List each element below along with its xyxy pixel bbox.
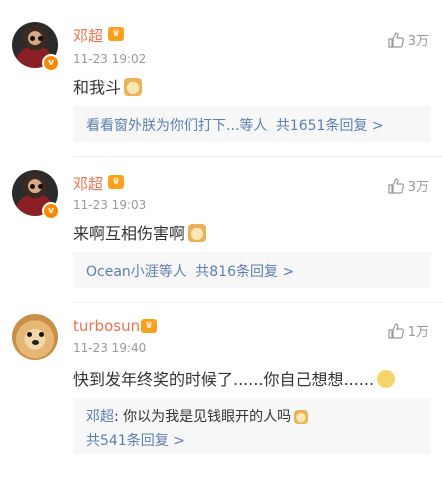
reply-users-link[interactable]: Ocean小涯等人	[86, 264, 187, 280]
thumbs-up-icon	[388, 177, 404, 194]
commenter-name[interactable]: 邓超	[73, 173, 103, 194]
vip-crown-icon: ♛	[141, 319, 157, 333]
reply-summary-box[interactable]: Ocean小涯等人 共816条回复 >	[73, 252, 431, 288]
like-button[interactable]: 3万	[388, 30, 429, 49]
reply-text: : 你以为我是见钱眼开的人吗	[114, 409, 292, 425]
comment-time: 11-23 19:03	[73, 198, 147, 212]
reply-count-link[interactable]: 共1651条回复 >	[276, 118, 384, 134]
comment-item: v 邓超 ♛ 11-23 19:02 3万 和我斗 看看窗外朕为你们打下...等…	[0, 0, 443, 160]
reply-summary-box[interactable]: 邓超: 你以为我是见钱眼开的人吗 共541条回复 >	[73, 398, 431, 454]
reply-count-link[interactable]: 共541条回复 >	[86, 433, 185, 449]
comment-text: 和我斗	[73, 74, 143, 98]
verified-badge-icon: v	[42, 202, 60, 220]
reply-author-link[interactable]: 邓超	[86, 409, 114, 425]
thumbs-up-icon	[388, 31, 404, 48]
thumbs-up-icon	[388, 322, 404, 339]
comment-text: 快到发年终奖的时候了......你自己想想......	[73, 366, 396, 390]
like-count: 3万	[407, 180, 429, 195]
comment-time: 11-23 19:40	[73, 341, 147, 355]
comment-time: 11-23 19:02	[73, 52, 147, 66]
doge-icon	[188, 224, 207, 242]
commenter-name[interactable]: 邓超	[73, 25, 103, 46]
vip-crown-icon: ♛	[108, 175, 124, 189]
doge-icon	[124, 78, 143, 96]
comment-item: v 邓超 ♛ 11-23 19:03 3万 来啊互相伤害啊 Ocean小涯等人 …	[0, 158, 443, 298]
reply-count-link[interactable]: 共816条回复 >	[195, 264, 294, 280]
divider	[73, 302, 443, 303]
comment-text: 来啊互相伤害啊	[73, 220, 207, 244]
avatar[interactable]	[12, 314, 58, 360]
doge-icon	[294, 410, 309, 424]
reply-summary-box[interactable]: 看看窗外朕为你们打下...等人 共1651条回复 >	[73, 106, 431, 142]
verified-badge-icon: v	[42, 54, 60, 72]
comment-item: turbosun ♛ 11-23 19:40 1万 快到发年终奖的时候了....…	[0, 304, 443, 478]
like-count: 3万	[407, 34, 429, 49]
reply-users-link[interactable]: 看看窗外朕为你们打下...等人	[86, 118, 267, 134]
like-count: 1万	[407, 325, 429, 340]
divider	[73, 156, 443, 157]
like-button[interactable]: 1万	[388, 321, 429, 340]
commenter-name[interactable]: turbosun	[73, 317, 140, 335]
vip-crown-icon: ♛	[108, 27, 124, 41]
smile-icon	[377, 370, 396, 388]
like-button[interactable]: 3万	[388, 176, 429, 195]
